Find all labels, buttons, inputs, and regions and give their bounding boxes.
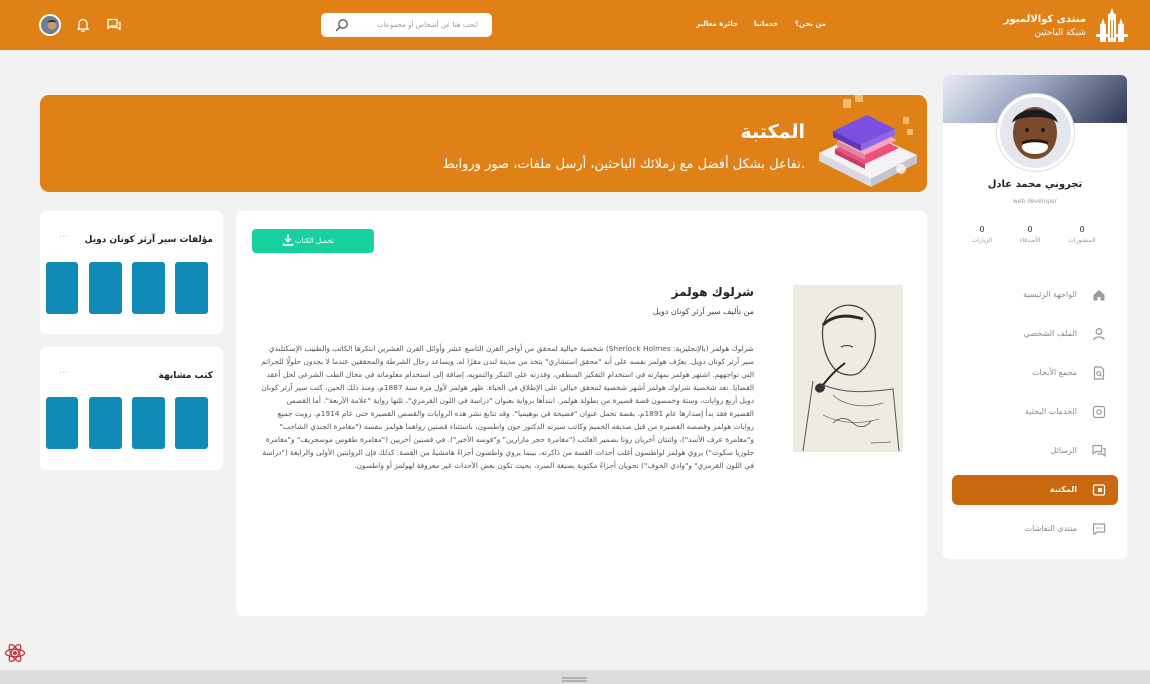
stat-posts-label: المنشورات [1068, 237, 1096, 244]
sidebar-item-profile[interactable]: الملف الشخصي [952, 319, 1118, 349]
search-placeholder: ابحث هنا عن أشخاص أو مجموعات [377, 21, 478, 29]
sidebar-item-messages[interactable]: الرسائل [952, 436, 1118, 466]
more-options-icon[interactable]: ··· [59, 232, 69, 243]
sidebar-item-label: الخدمات البحثية [1024, 407, 1077, 416]
search-icon[interactable] [335, 18, 349, 32]
book-author: من تأليف سير آرثر كونان دويل [652, 307, 754, 316]
brand-title: منتدى كوالالمبور [1003, 14, 1086, 25]
book-details-card: تحميل الكتاب شرلوك هولمز من تأليف سير آر… [236, 211, 927, 616]
user-avatar[interactable] [39, 14, 61, 36]
document-search-icon [1093, 366, 1105, 380]
library-banner: المكتبة تفاعل بشكل أفضل مع زملائك الباحث… [40, 95, 927, 192]
brand[interactable]: منتدى كوالالمبور شبكة الباحثين [968, 8, 1128, 44]
book-thumbnail[interactable] [46, 397, 78, 449]
page-title: المكتبة [740, 121, 805, 143]
sidebar-item-label: مجمع الأبحاث [1031, 368, 1077, 377]
stat-friends-value: 0 [1027, 225, 1033, 234]
profile-name[interactable]: تجروني محمد عادل [943, 179, 1127, 190]
profile-avatar[interactable] [997, 94, 1074, 171]
download-book-button[interactable]: تحميل الكتاب [252, 229, 374, 253]
book-cover-image[interactable] [793, 285, 903, 452]
book-description: شرلوك هولمز (بالإنجليزية: Sherlock Holme… [261, 344, 754, 470]
book-thumbnail[interactable] [132, 262, 165, 314]
book-thumbnail[interactable] [89, 397, 122, 449]
sidebar-item-label: الرسائل [1050, 446, 1078, 455]
nav-about-link[interactable]: من نحن؟ [795, 20, 826, 28]
book-thumbnail[interactable] [132, 397, 165, 449]
sidebar-item-services[interactable]: الخدمات البحثية [952, 397, 1118, 427]
author-books-title: مؤلفات سير آرثر كونان دويل [84, 235, 213, 245]
sidebar-item-library[interactable]: المكتبة [952, 475, 1118, 505]
book-thumbnail[interactable] [46, 262, 78, 314]
sherlock-sketch-image [793, 285, 903, 452]
stat-visits: 0 الزيارات [962, 225, 1002, 244]
stat-visits-value: 0 [979, 225, 985, 234]
nav-services-link[interactable]: خدماتنا [754, 20, 778, 28]
city-skyline-logo-icon [1096, 8, 1128, 42]
messages-icon [1092, 444, 1106, 457]
profile-card: تجروني محمد عادل web developer 0 المنشور… [943, 75, 1127, 559]
stat-posts: 0 المنشورات [1062, 225, 1102, 244]
page-subtitle: تفاعل بشكل أفضل مع زملائك الباحثين، أرسل… [442, 157, 805, 172]
drag-handle-icon[interactable] [562, 677, 587, 682]
more-options-icon[interactable]: ··· [59, 368, 69, 379]
book-thumbnail[interactable] [175, 262, 208, 314]
library-books-illustration [819, 95, 917, 187]
sidebar-item-home[interactable]: الواجهة الرئيسية [952, 280, 1118, 310]
sidebar-item-label: المكتبة [1049, 485, 1077, 494]
author-books-card: مؤلفات سير آرثر كونان دويل ··· [40, 211, 223, 334]
similar-books-title: كتب مشابهة [158, 371, 213, 381]
bell-icon[interactable] [75, 17, 91, 33]
nav-award-link[interactable]: جائزة معالير [696, 20, 738, 28]
search-input[interactable]: ابحث هنا عن أشخاص أو مجموعات [321, 13, 492, 37]
sidebar-item-research[interactable]: مجمع الأبحاث [952, 358, 1118, 388]
download-icon [282, 234, 294, 246]
stat-friends-label: الأصدقاء [1019, 237, 1041, 244]
forum-icon [1092, 523, 1106, 536]
sidebar-item-forum[interactable]: منتدى النقاشات [952, 514, 1118, 544]
download-book-label: تحميل الكتاب [295, 237, 334, 245]
book-thumbnail[interactable] [175, 397, 208, 449]
profile-role: web developer [1012, 198, 1058, 205]
book-thumbnail[interactable] [89, 262, 122, 314]
sidebar-item-label: الواجهة الرئيسية [1022, 290, 1077, 299]
home-icon [1093, 290, 1105, 301]
user-icon [1093, 328, 1105, 341]
react-devtools-icon[interactable] [4, 642, 26, 664]
library-icon [1092, 484, 1106, 496]
profile-photo [1000, 97, 1071, 168]
book-title: شرلوك هولمز [671, 285, 754, 299]
settings-icon [1092, 405, 1106, 419]
user-avatar-image [41, 16, 59, 34]
stat-posts-value: 0 [1079, 225, 1085, 234]
stat-visits-label: الزيارات [971, 237, 993, 244]
stat-friends: 0 الأصدقاء [1010, 225, 1050, 244]
messages-icon[interactable] [106, 17, 122, 33]
similar-books-card: كتب مشابهة ··· [40, 347, 223, 470]
top-navbar: منتدى كوالالمبور شبكة الباحثين من نحن؟ خ… [0, 0, 1150, 50]
brand-subtitle: شبكة الباحثين [1034, 28, 1086, 38]
sidebar-item-label: منتدى النقاشات [1024, 524, 1077, 533]
sidebar-item-label: الملف الشخصي [1023, 329, 1077, 338]
